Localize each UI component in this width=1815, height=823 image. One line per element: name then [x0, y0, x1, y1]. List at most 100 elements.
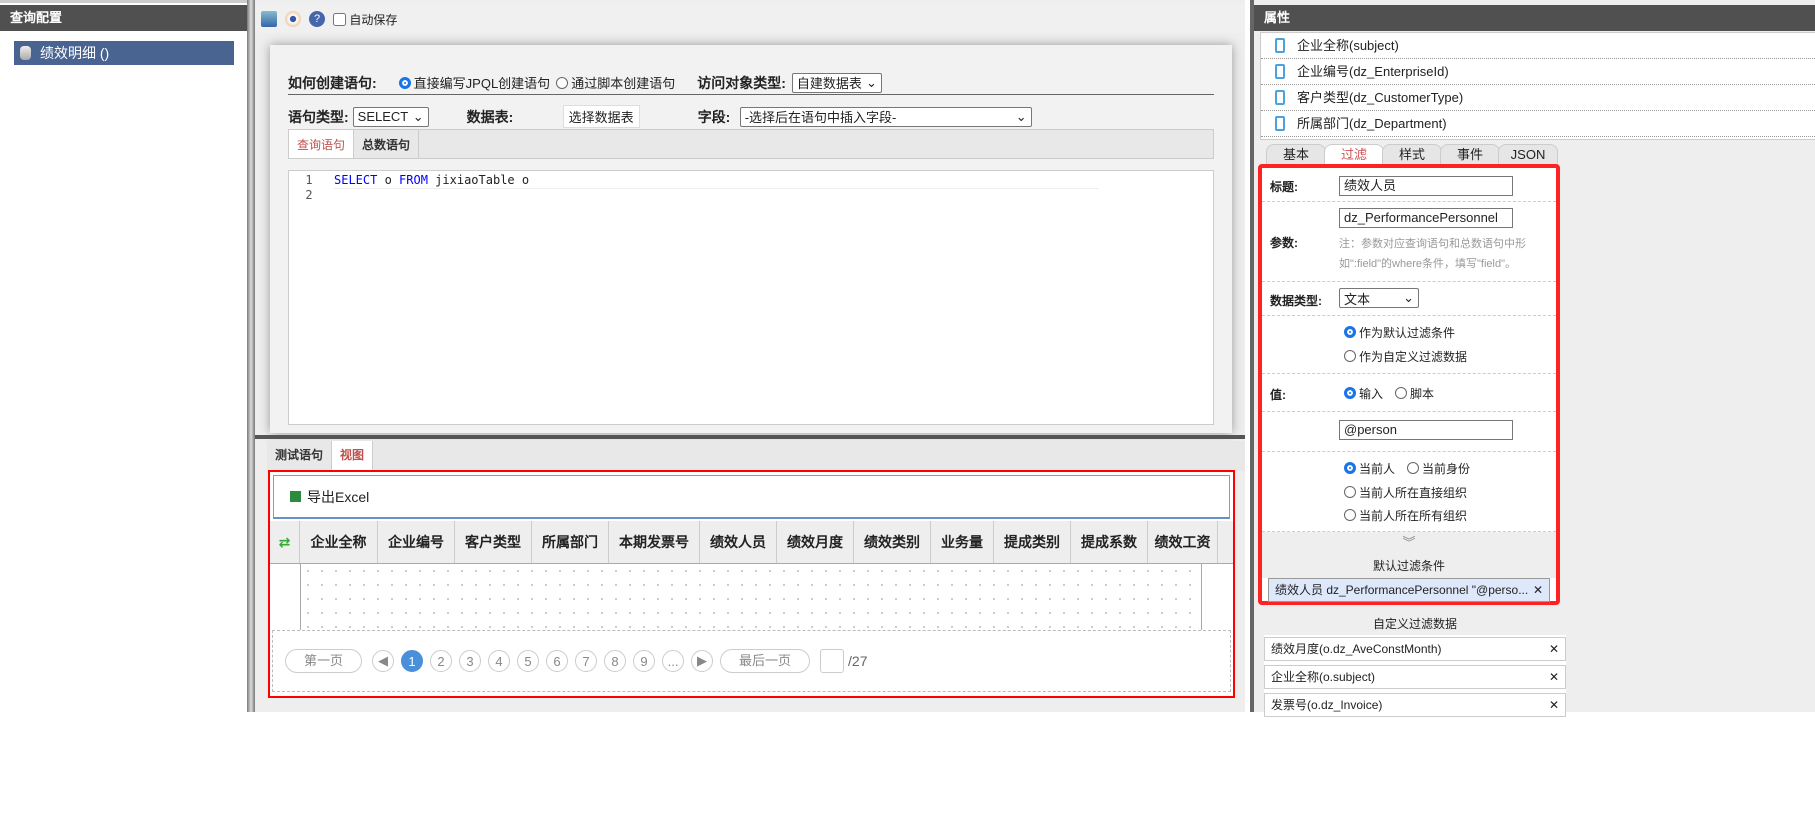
field-icon	[1275, 64, 1285, 79]
page-button[interactable]: 6	[546, 650, 569, 672]
radio-all-org[interactable]: 当前人所在所有组织	[1344, 507, 1467, 524]
custom-filter-title: 自定义过滤数据	[1264, 613, 1566, 635]
page-button[interactable]: 3	[459, 650, 482, 672]
page-button[interactable]: 8	[604, 650, 627, 672]
column-header[interactable]: 绩效工资	[1148, 521, 1218, 563]
query-config-panel: 查询配置 绩效明细 ()	[0, 0, 249, 712]
tab-count[interactable]: 总数语句	[354, 130, 420, 158]
page-button[interactable]: 4	[488, 650, 511, 672]
radio-jpql[interactable]: 直接编写JPQL创建语句	[398, 73, 550, 92]
title-input[interactable]: 绩效人员	[1339, 176, 1513, 196]
radio-label: 作为默认过滤条件	[1359, 326, 1456, 340]
field-item[interactable]: 客户类型(dz_CustomerType)	[1261, 85, 1815, 111]
refresh-icon[interactable]: ⇄	[270, 521, 300, 563]
radio-label: 当前人	[1359, 462, 1396, 476]
stmt-type-select[interactable]: SELECT ⌄	[352, 106, 429, 127]
tree-item[interactable]: 绩效明细 ()	[14, 41, 234, 65]
radio-label: 当前人所在所有组织	[1359, 509, 1468, 523]
radio-input[interactable]: 输入	[1344, 385, 1383, 402]
property-tabs: 基本 过滤 样式 事件 JSON	[1260, 144, 1815, 164]
field-label: 企业编号(dz_EnterpriseId)	[1297, 64, 1449, 79]
page-button[interactable]: 7	[575, 650, 598, 672]
page-input[interactable]	[820, 649, 845, 673]
field-item[interactable]: 企业编号(dz_EnterpriseId)	[1261, 59, 1815, 85]
column-header[interactable]: 本期发票号	[609, 521, 700, 563]
save-icon[interactable]	[261, 11, 277, 27]
field-item[interactable]: 所属部门(dz_Department)	[1261, 111, 1815, 137]
field-label: 字段:	[697, 108, 731, 125]
page-button[interactable]: ...	[662, 650, 685, 672]
help-icon[interactable]: ?	[309, 11, 325, 27]
property-tab[interactable]: 事件	[1440, 144, 1500, 164]
first-page-button[interactable]: 第一页	[285, 649, 363, 673]
default-filter-chip[interactable]: 绩效人员 dz_PerformancePersonnel "@perso... ✕	[1268, 578, 1550, 602]
page-button[interactable]: 2	[430, 650, 453, 672]
property-tab[interactable]: JSON	[1498, 144, 1558, 164]
autosave-label: 自动保存	[349, 12, 398, 27]
radio-direct-org[interactable]: 当前人所在直接组织	[1344, 484, 1467, 501]
radio-script[interactable]: 通过脚本创建语句	[556, 73, 675, 92]
toolbar: ? 自动保存	[255, 5, 1245, 33]
prev-page-button[interactable]: ◀	[372, 650, 395, 672]
column-header[interactable]: 客户类型	[455, 521, 532, 563]
column-header[interactable]: 企业全称	[300, 521, 378, 563]
vertical-splitter[interactable]	[247, 0, 255, 712]
collapse-chevron-icon[interactable]: ︾	[1262, 532, 1556, 554]
custom-filter-chip[interactable]: 绩效月度(o.dz_AveConstMonth) ✕	[1264, 637, 1566, 661]
radio-script-label: 通过脚本创建语句	[571, 76, 676, 91]
code-editor[interactable]: 1 2 SELECT o FROM jixiaoTable o	[288, 170, 1214, 425]
param-input[interactable]: dz_PerformancePersonnel	[1339, 208, 1513, 228]
custom-filter-chip[interactable]: 企业全称(o.subject) ✕	[1264, 665, 1566, 689]
view-panel: 导出Excel ⇄ 企业全称 企业编号 客户类型 所属部门 本期发票号 绩效人员 绩效月度绩…	[268, 470, 1235, 698]
autosave-checkbox[interactable]: 自动保存	[333, 11, 397, 28]
property-tab[interactable]: 基本	[1266, 144, 1326, 164]
column-header[interactable]: 企业编号	[378, 521, 455, 563]
column-header[interactable]: 绩效人员	[700, 521, 777, 563]
custom-filter-chip[interactable]: 发票号(o.dz_Invoice) ✕	[1264, 693, 1566, 717]
tab-view[interactable]: 视图	[332, 441, 374, 471]
property-tab[interactable]: 样式	[1382, 144, 1442, 164]
page-button[interactable]: 1	[401, 650, 424, 672]
page-button[interactable]: 5	[517, 650, 540, 672]
access-type-value: 自建数据表	[796, 76, 862, 91]
tab-query[interactable]: 查询语句	[289, 130, 355, 158]
stmt-type-label: 语句类型:	[288, 108, 349, 125]
radio-custom-filter[interactable]: 作为自定义过滤数据	[1344, 348, 1467, 365]
remove-icon[interactable]: ✕	[1549, 638, 1559, 660]
code-text: o	[377, 173, 400, 187]
radio-default-filter[interactable]: 作为默认过滤条件	[1344, 324, 1455, 341]
last-page-button[interactable]: 最后一页	[720, 649, 811, 673]
horizontal-splitter[interactable]	[255, 435, 1245, 439]
access-type-select[interactable]: 自建数据表 ⌄	[791, 72, 882, 93]
column-header[interactable]: 业务量	[931, 521, 994, 563]
field-select[interactable]: -选择后在语句中插入字段- ⌄	[739, 106, 1032, 127]
tab-test[interactable]: 测试语句	[267, 441, 333, 471]
field-label: 客户类型(dz_CustomerType)	[1297, 90, 1464, 105]
data-type-select[interactable]: 文本 ⌄	[1339, 288, 1419, 308]
code-text: jixiaoTable o	[427, 173, 530, 187]
tree-item-label: 绩效明细 ()	[40, 45, 110, 61]
choose-table-button[interactable]: 选择数据表	[562, 105, 640, 128]
column-header[interactable]: 提成类别	[994, 521, 1071, 563]
preview-eye-icon[interactable]	[285, 11, 301, 27]
next-page-button[interactable]: ▶	[691, 650, 714, 672]
export-excel-button[interactable]: 导出Excel	[273, 475, 1230, 519]
radio-script[interactable]: 脚本	[1395, 385, 1434, 402]
value-input[interactable]: @person	[1339, 420, 1513, 440]
column-header[interactable]: 绩效月度	[777, 521, 854, 563]
column-header[interactable]: 提成系数	[1071, 521, 1148, 563]
default-filter-title: 默认过滤条件	[1262, 554, 1556, 578]
column-header[interactable]: 绩效类别	[854, 521, 931, 563]
field-label: 所属部门(dz_Department)	[1297, 116, 1447, 131]
remove-icon[interactable]: ✕	[1549, 694, 1559, 716]
excel-icon	[290, 491, 301, 502]
radio-current-identity[interactable]: 当前身份	[1407, 460, 1470, 477]
remove-icon[interactable]: ✕	[1533, 579, 1543, 601]
field-item[interactable]: 企业全称(subject)	[1261, 33, 1815, 59]
radio-current-person[interactable]: 当前人	[1344, 460, 1395, 477]
property-tab[interactable]: 过滤	[1324, 144, 1384, 164]
remove-icon[interactable]: ✕	[1549, 666, 1559, 688]
radio-label: 输入	[1359, 387, 1384, 401]
column-header[interactable]: 所属部门	[532, 521, 609, 563]
page-button[interactable]: 9	[633, 650, 656, 672]
